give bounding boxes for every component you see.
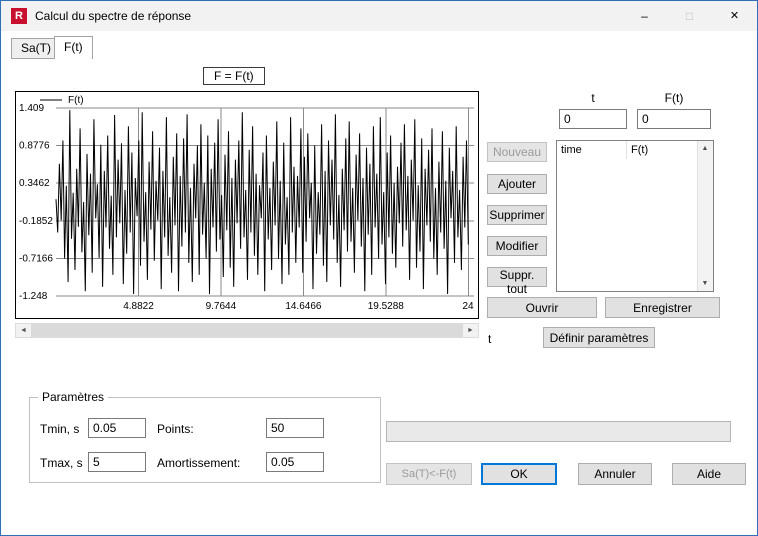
close-icon: ✕ — [729, 10, 740, 22]
delete-button[interactable]: Supprimer — [487, 205, 547, 225]
svg-text:F(t): F(t) — [68, 95, 84, 106]
ok-button[interactable]: OK — [481, 463, 557, 485]
dialog-window: R Calcul du spectre de réponse – □ ✕ Sa(… — [0, 0, 758, 536]
svg-text:-0.1852: -0.1852 — [19, 216, 53, 227]
progress-bar — [386, 421, 731, 442]
app-icon: R — [11, 8, 27, 24]
define-parameters-button[interactable]: Définir paramètres — [543, 327, 655, 348]
damping-input[interactable] — [266, 452, 324, 472]
title-bar: R Calcul du spectre de réponse – □ ✕ — [1, 1, 757, 31]
maximize-button: □ — [667, 1, 712, 31]
tmin-label: Tmin, s — [40, 422, 80, 436]
maximize-icon: □ — [685, 9, 694, 23]
tmin-input[interactable] — [88, 418, 146, 438]
formula-label: F = F(t) — [203, 67, 265, 85]
svg-text:0.3462: 0.3462 — [19, 178, 50, 189]
minimize-button[interactable]: – — [622, 1, 667, 31]
svg-text:9.7644: 9.7644 — [206, 301, 237, 312]
add-button[interactable]: Ajouter — [487, 174, 547, 194]
table-vscrollbar[interactable]: ▲ ▼ — [697, 141, 713, 291]
new-button: Nouveau — [487, 142, 547, 162]
t-axis-label: t — [488, 332, 492, 346]
table-header: time F(t) — [557, 141, 698, 160]
close-button[interactable]: ✕ — [712, 1, 757, 31]
hscroll-thumb[interactable] — [31, 324, 463, 337]
t-input[interactable] — [559, 109, 627, 129]
svg-text:19.5288: 19.5288 — [368, 301, 405, 312]
svg-text:-1.248: -1.248 — [19, 291, 48, 302]
svg-text:1.409: 1.409 — [19, 103, 44, 114]
cancel-button[interactable]: Annuler — [578, 463, 652, 485]
column-header-time: time — [557, 141, 627, 159]
ft-input[interactable] — [637, 109, 711, 129]
ft-chart: 1.409 0.8776 0.3462 -0.1852 -0.7166 -1.248 4.8… — [15, 91, 479, 319]
points-label: Points: — [157, 422, 194, 436]
minimize-icon: – — [641, 9, 648, 23]
svg-text:-0.7166: -0.7166 — [19, 253, 53, 264]
ft-entry-label: F(t) — [664, 91, 684, 105]
tab-ft[interactable]: F(t) — [54, 36, 93, 59]
svg-text:0.8776: 0.8776 — [19, 141, 50, 152]
scroll-left-arrow-icon[interactable]: ◄ — [16, 324, 31, 337]
points-table[interactable]: time F(t) ▲ ▼ — [556, 140, 714, 292]
save-button[interactable]: Enregistrer — [605, 297, 720, 318]
chart-hscrollbar[interactable]: ◄ ► — [15, 323, 479, 338]
open-button[interactable]: Ouvrir — [487, 297, 597, 318]
help-button[interactable]: Aide — [672, 463, 746, 485]
tmax-label: Tmax, s — [40, 456, 83, 470]
window-title: Calcul du spectre de réponse — [35, 9, 192, 23]
parameters-group: Paramètres Tmin, s Points: Tmax, s Amort… — [29, 390, 381, 483]
delete-all-button[interactable]: Suppr. tout — [487, 267, 547, 296]
t-entry-label: t — [591, 91, 595, 105]
scroll-right-arrow-icon[interactable]: ► — [463, 324, 478, 337]
modify-button[interactable]: Modifier — [487, 236, 547, 256]
table-body[interactable] — [557, 159, 698, 291]
chart-canvas: 1.409 0.8776 0.3462 -0.1852 -0.7166 -1.248 4.8… — [19, 95, 474, 312]
svg-text:14.6466: 14.6466 — [285, 301, 322, 312]
column-header-ft: F(t) — [627, 141, 698, 159]
sat-from-ft-button: Sa(T)<-F(t) — [386, 463, 472, 485]
svg-text:24: 24 — [462, 301, 474, 312]
tmax-input[interactable] — [88, 452, 146, 472]
svg-text:4.8822: 4.8822 — [123, 301, 154, 312]
parameters-group-title: Paramètres — [38, 390, 109, 404]
scroll-up-arrow-icon[interactable]: ▲ — [698, 141, 712, 156]
damping-label: Amortissement: — [157, 456, 241, 470]
points-input[interactable] — [266, 418, 324, 438]
scroll-down-arrow-icon[interactable]: ▼ — [698, 276, 712, 291]
